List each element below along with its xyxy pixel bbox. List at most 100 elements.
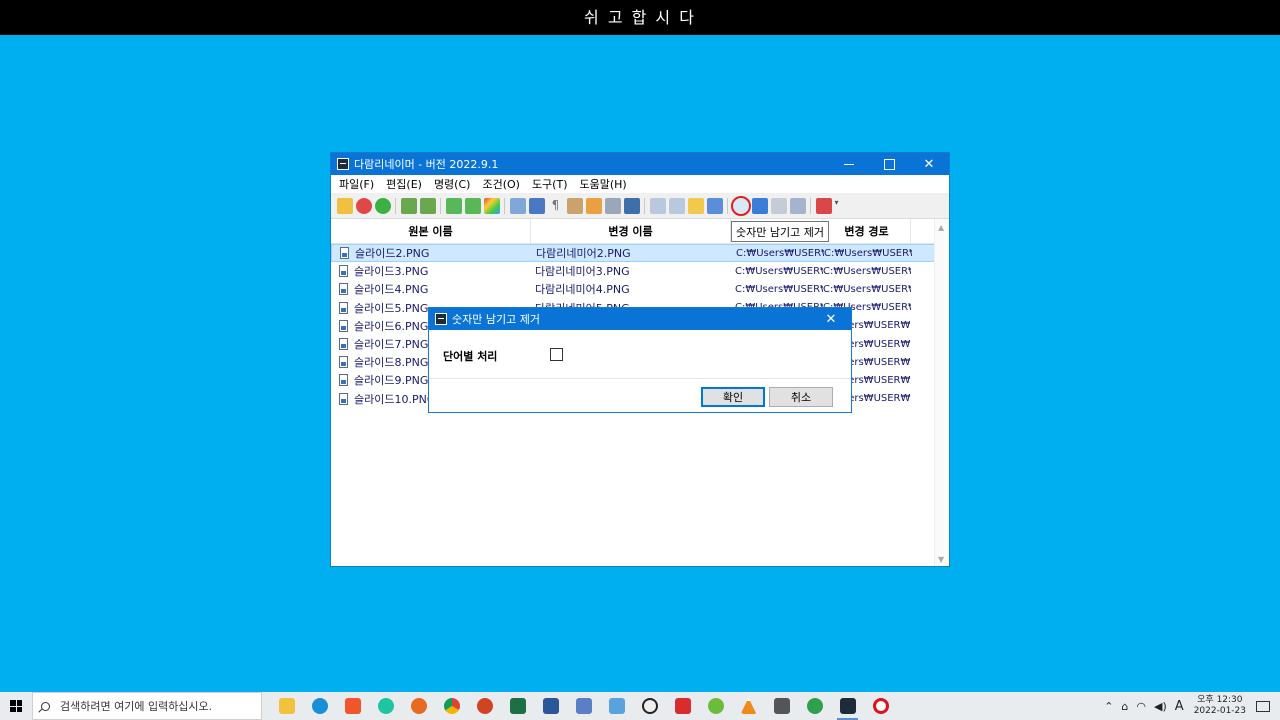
network-icon[interactable]: ⌂ bbox=[1121, 700, 1128, 713]
file-icon bbox=[340, 247, 349, 260]
wifi-icon[interactable]: ◠ bbox=[1136, 700, 1146, 713]
ime-indicator[interactable]: A bbox=[1175, 699, 1184, 714]
open-folder-icon[interactable] bbox=[336, 197, 353, 214]
numbers-only-icon[interactable] bbox=[730, 195, 751, 216]
toolbar: ¶ ▾ bbox=[331, 193, 949, 219]
dialog-titlebar[interactable]: 숫자만 남기고 제거 ✕ bbox=[429, 308, 851, 330]
darami-renamer-taskbar-icon[interactable] bbox=[831, 692, 864, 720]
tooltip: 숫자만 남기고 제거 bbox=[731, 221, 829, 242]
path-cell: C:₩Users₩USER₩ bbox=[735, 283, 823, 295]
pencil-icon[interactable] bbox=[687, 197, 704, 214]
menu-file[interactable]: 파일(F) bbox=[333, 176, 380, 192]
image-icon[interactable] bbox=[509, 197, 526, 214]
brave-icon[interactable] bbox=[336, 692, 369, 720]
graph-icon[interactable] bbox=[789, 197, 806, 214]
file-icon bbox=[339, 301, 348, 314]
chevron-up-icon[interactable]: ⌃ bbox=[1104, 700, 1113, 713]
menu-edit[interactable]: 편집(E) bbox=[380, 176, 428, 192]
opera-icon[interactable] bbox=[864, 692, 897, 720]
edge-icon[interactable] bbox=[303, 692, 336, 720]
dialog-close-button[interactable]: ✕ bbox=[811, 308, 851, 330]
new-path-cell: C:₩Users₩USER₩I bbox=[823, 265, 911, 277]
per-word-checkbox[interactable] bbox=[550, 348, 563, 361]
start-button[interactable] bbox=[0, 692, 32, 720]
table-row[interactable]: 슬라이드3.PNG 다람리네미어3.PNG C:₩Users₩USER₩ C:₩Use… bbox=[331, 262, 935, 280]
paragraph-icon[interactable]: ¶ bbox=[548, 198, 564, 214]
stamp-icon[interactable] bbox=[566, 197, 583, 214]
redo-icon[interactable] bbox=[419, 197, 436, 214]
firefox-icon[interactable] bbox=[402, 692, 435, 720]
new-path-cell: C:₩Users₩USER₩I bbox=[823, 283, 911, 295]
menu-tools[interactable]: 도구(T) bbox=[526, 176, 574, 192]
word-icon[interactable] bbox=[534, 692, 567, 720]
column-original-name[interactable]: 원본 이름 bbox=[331, 219, 531, 243]
original-name-text: 슬라이드10.PNG bbox=[354, 392, 436, 406]
close-button[interactable]: ✕ bbox=[909, 153, 949, 175]
remove-icon[interactable] bbox=[355, 197, 372, 214]
move-up-icon[interactable] bbox=[445, 197, 462, 214]
undo-icon[interactable] bbox=[400, 197, 417, 214]
file-icon bbox=[339, 265, 348, 278]
window-title: 다람리네이머 - 버전 2022.9.1 bbox=[354, 158, 499, 171]
notification-icon[interactable] bbox=[1256, 700, 1270, 712]
tag-icon[interactable] bbox=[649, 197, 666, 214]
original-name-cell: 슬라이드3.PNG bbox=[331, 263, 531, 279]
clock[interactable]: 오후 12:30 2022-01-23 bbox=[1194, 695, 1246, 717]
overflow-chevron-icon[interactable]: ▾ bbox=[835, 198, 843, 214]
clock-time: 오후 12:30 bbox=[1197, 695, 1243, 705]
browser-icon[interactable] bbox=[798, 692, 831, 720]
menu-condition[interactable]: 조건(O) bbox=[476, 176, 525, 192]
table-row[interactable]: 슬라이드2.PNG 다람리네미어2.PNG C:₩Users₩USER₩ C:₩Use… bbox=[331, 244, 935, 263]
column-new-name[interactable]: 변경 이름 bbox=[531, 219, 731, 243]
number-icon[interactable] bbox=[706, 197, 723, 214]
cancel-button[interactable]: 취소 bbox=[769, 387, 833, 407]
menu-help[interactable]: 도움말(H) bbox=[573, 176, 632, 192]
chrome-icon[interactable] bbox=[435, 692, 468, 720]
calculator-icon[interactable] bbox=[765, 692, 798, 720]
scroll-up-icon[interactable]: ▲ bbox=[938, 223, 944, 232]
path-cell: C:₩Users₩USER₩ bbox=[735, 265, 823, 277]
original-name-text: 슬라이드2.PNG bbox=[355, 247, 430, 261]
monitor-icon[interactable] bbox=[528, 197, 545, 214]
new-path-cell: C:₩Users₩USER₩I bbox=[824, 247, 912, 259]
move-down-icon[interactable] bbox=[464, 197, 481, 214]
search-app-icon[interactable] bbox=[633, 692, 666, 720]
apply-icon[interactable] bbox=[374, 197, 391, 214]
ok-button[interactable]: 확인 bbox=[701, 387, 765, 407]
remote-app-icon[interactable] bbox=[567, 692, 600, 720]
column-new-path[interactable]: 변경 경로 bbox=[823, 219, 911, 243]
scroll-down-icon[interactable]: ▼ bbox=[938, 555, 944, 564]
maximize-button[interactable] bbox=[869, 153, 909, 175]
toolbar-separator bbox=[395, 197, 396, 214]
file-icon bbox=[339, 392, 348, 405]
file-explorer-icon[interactable] bbox=[270, 692, 303, 720]
tag-remove-icon[interactable] bbox=[668, 197, 685, 214]
path-cell: C:₩Users₩USER₩ bbox=[736, 247, 824, 259]
dialog-title: 숫자만 남기고 제거 bbox=[452, 313, 540, 326]
text-insert-icon[interactable] bbox=[604, 197, 621, 214]
chart-icon[interactable] bbox=[751, 197, 768, 214]
per-word-label: 단어별 처리 bbox=[443, 350, 498, 363]
table-row[interactable]: 슬라이드4.PNG 다람리네미어4.PNG C:₩Users₩USER₩ C:₩Use… bbox=[331, 280, 935, 298]
excel-icon[interactable] bbox=[501, 692, 534, 720]
replace-icon[interactable] bbox=[623, 197, 640, 214]
minimize-button[interactable] bbox=[829, 153, 869, 175]
list-icon[interactable] bbox=[770, 197, 787, 214]
calendar-icon[interactable] bbox=[815, 197, 832, 214]
new-name-cell: 다람리네미어4.PNG bbox=[535, 283, 630, 297]
green-app-icon[interactable] bbox=[699, 692, 732, 720]
vlc-icon[interactable] bbox=[732, 692, 765, 720]
search-placeholder: 검색하려면 여기에 입력하십시오. bbox=[60, 700, 213, 713]
whale-icon[interactable] bbox=[369, 692, 402, 720]
powerpoint-icon[interactable] bbox=[468, 692, 501, 720]
volume-icon[interactable]: ◀) bbox=[1154, 700, 1167, 713]
vertical-scrollbar[interactable]: ▲ ▼ bbox=[934, 219, 949, 566]
window-titlebar[interactable]: 다람리네이머 - 버전 2022.9.1 ✕ bbox=[331, 153, 949, 175]
taskbar-search[interactable]: 검색하려면 여기에 입력하십시오. bbox=[32, 692, 262, 720]
monitor-app-icon[interactable] bbox=[600, 692, 633, 720]
brush-icon[interactable] bbox=[585, 197, 602, 214]
toolbar-separator bbox=[440, 197, 441, 214]
rainbow-icon[interactable] bbox=[483, 197, 500, 214]
se-app-icon[interactable] bbox=[666, 692, 699, 720]
menu-command[interactable]: 명령(C) bbox=[428, 176, 477, 192]
